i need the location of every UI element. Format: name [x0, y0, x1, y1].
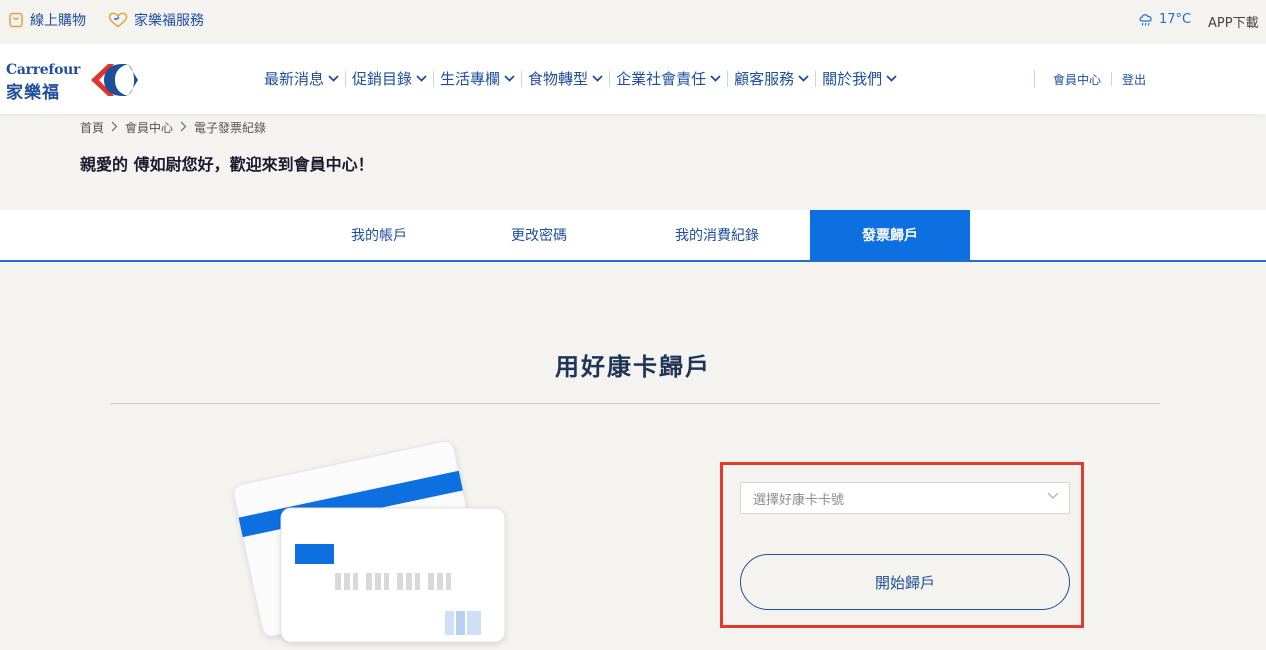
chevron-down-icon [592, 75, 603, 82]
nav-item-label: 促銷目錄 [352, 70, 413, 88]
chevron-down-icon [1047, 492, 1059, 499]
logo-chinese: 家樂福 [6, 83, 60, 103]
nav-item-lifestyle[interactable]: 生活專欄 [434, 68, 521, 89]
nav-item-news[interactable]: 最新消息 [258, 68, 345, 89]
chevron-down-icon [416, 75, 427, 82]
tab-label: 發票歸戶 [862, 228, 918, 244]
nav-divider [1111, 72, 1113, 86]
main-menu: 最新消息 促銷目錄 生活專欄 食物轉型 企業社會責任 顧客服務 關於我們 [258, 68, 903, 89]
card-number-select-placeholder: 選擇好康卡卡號 [753, 492, 845, 508]
tab-label: 我的消費紀錄 [675, 228, 759, 244]
nav-item-label: 企業社會責任 [616, 70, 707, 88]
carrefour-emblem-icon [91, 64, 138, 96]
member-tabs: 我的帳戶 更改密碼 我的消費紀錄 發票歸戶 [0, 210, 1266, 262]
nav-account-links: 會員中心 登出 [1034, 70, 1146, 88]
page-greeting: 親愛的 傅如尉您好，歡迎來到會員中心！ [80, 155, 374, 174]
chevron-down-icon [710, 75, 721, 82]
nav-item-about-us[interactable]: 關於我們 [816, 68, 903, 89]
tab-invoice-carrier[interactable]: 發票歸戶 [810, 210, 970, 260]
section-divider [110, 403, 1160, 404]
nav-item-label: 生活專欄 [440, 70, 501, 88]
nav-item-label: 顧客服務 [734, 70, 795, 88]
shopping-bag-icon [8, 12, 24, 28]
chevron-right-icon [180, 121, 187, 135]
weather-widget: 17°C [1138, 12, 1191, 27]
card-illustration [215, 428, 525, 650]
breadcrumb-home[interactable]: 首頁 [80, 119, 104, 136]
tab-change-password[interactable]: 更改密碼 [459, 210, 619, 260]
nav-item-promotions[interactable]: 促銷目錄 [346, 68, 433, 89]
nav-item-food-transition[interactable]: 食物轉型 [522, 68, 609, 89]
heart-icon [108, 12, 128, 28]
app-download-link[interactable]: APP下載 [1208, 12, 1259, 31]
chevron-right-icon [111, 121, 118, 135]
card-number-select[interactable]: 選擇好康卡卡號 [740, 482, 1070, 514]
top-utility-bar: 線上購物 家樂福服務 17°C APP下載 [0, 0, 1266, 44]
breadcrumb-member-center[interactable]: 會員中心 [125, 119, 173, 136]
carrefour-logo[interactable]: Carrefour 家樂福 [6, 60, 146, 103]
family-service-label: 家樂福服務 [134, 13, 204, 29]
online-shop-link[interactable]: 線上購物 [8, 10, 86, 30]
nav-item-label: 最新消息 [264, 70, 325, 88]
tab-label: 我的帳戶 [351, 228, 407, 244]
start-carrier-button[interactable]: 開始歸戶 [740, 554, 1070, 610]
loyalty-card-icon [233, 440, 506, 643]
nav-item-csr[interactable]: 企業社會責任 [610, 68, 727, 89]
chevron-down-icon [328, 75, 339, 82]
family-service-link[interactable]: 家樂福服務 [108, 10, 204, 30]
tab-label: 更改密碼 [511, 228, 567, 244]
main-navbar: Carrefour 家樂福 最新消息 促銷目錄 生活專欄 食物轉型 企業社會責任… [0, 44, 1266, 114]
nav-item-label: 關於我們 [822, 70, 883, 88]
logo-latin: Carrefour [6, 62, 81, 78]
section-title: 用好康卡歸戶 [555, 353, 711, 381]
online-shop-label: 線上購物 [30, 13, 86, 29]
chevron-down-icon [886, 75, 897, 82]
breadcrumb: 首頁 會員中心 電子發票紀錄 [80, 119, 266, 136]
breadcrumb-current: 電子發票紀錄 [194, 121, 267, 135]
nav-item-label: 食物轉型 [528, 70, 589, 88]
tab-my-account[interactable]: 我的帳戶 [299, 210, 459, 260]
member-center-link[interactable]: 會員中心 [1053, 71, 1101, 88]
tab-purchase-history[interactable]: 我的消費紀錄 [637, 210, 797, 260]
logout-link[interactable]: 登出 [1122, 71, 1146, 88]
chevron-down-icon [504, 75, 515, 82]
temperature-value: 17°C [1159, 12, 1192, 27]
cloud-rain-icon [1138, 13, 1154, 27]
nav-divider [1034, 70, 1035, 88]
nav-item-customer-service[interactable]: 顧客服務 [728, 68, 815, 89]
chevron-down-icon [798, 75, 809, 82]
carrier-form-highlight: 選擇好康卡卡號 開始歸戶 [720, 462, 1084, 628]
